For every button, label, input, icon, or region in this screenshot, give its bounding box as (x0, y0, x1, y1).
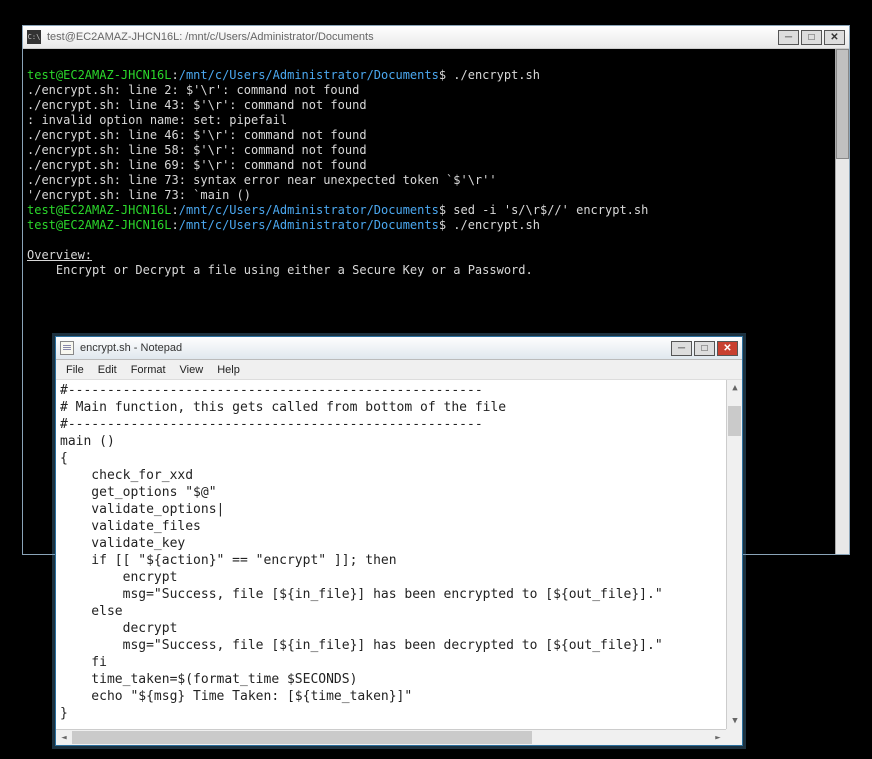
close-button[interactable]: ✕ (824, 30, 845, 45)
scroll-up-arrow-icon[interactable]: ▲ (727, 380, 743, 396)
output-line: ./encrypt.sh: line 58: $'\r': command no… (27, 143, 367, 157)
notepad-menubar: File Edit Format View Help (56, 360, 742, 380)
notepad-app-icon (60, 341, 74, 355)
prompt-user: test@EC2AMAZ-JHCN16L (27, 218, 172, 232)
prompt-dollar: $ (439, 203, 446, 217)
notepad-vertical-scrollbar[interactable]: ▲ ▼ (726, 380, 742, 729)
notepad-titlebar[interactable]: encrypt.sh - Notepad ─ □ ✕ (56, 337, 742, 360)
terminal-titlebar[interactable]: C:\ test@EC2AMAZ-JHCN16L: /mnt/c/Users/A… (23, 26, 849, 49)
close-button[interactable]: ✕ (717, 341, 738, 356)
prompt-path: /mnt/c/Users/Administrator/Documents (179, 218, 439, 232)
output-line: ./encrypt.sh: line 43: $'\r': command no… (27, 98, 367, 112)
terminal-title: test@EC2AMAZ-JHCN16L: /mnt/c/Users/Admin… (47, 31, 778, 43)
notepad-title: encrypt.sh - Notepad (80, 342, 671, 354)
scroll-right-arrow-icon[interactable]: ► (710, 730, 726, 746)
notepad-window-controls: ─ □ ✕ (671, 341, 738, 356)
scroll-down-arrow-icon[interactable]: ▼ (727, 713, 743, 729)
command-3: ./encrypt.sh (446, 218, 540, 232)
vertical-scroll-thumb[interactable] (728, 406, 741, 436)
prompt-path: /mnt/c/Users/Administrator/Documents (179, 68, 439, 82)
notepad-horizontal-scrollbar[interactable]: ◄ ► (56, 729, 726, 745)
prompt-colon: : (172, 203, 179, 217)
command-1: ./encrypt.sh (446, 68, 540, 82)
menu-file[interactable]: File (60, 362, 90, 378)
terminal-window-controls: ─ □ ✕ (778, 30, 845, 45)
minimize-button[interactable]: ─ (671, 341, 692, 356)
prompt-colon: : (172, 218, 179, 232)
scroll-left-arrow-icon[interactable]: ◄ (56, 730, 72, 746)
output-line: : invalid option name: set: pipefail (27, 113, 287, 127)
output-line: ./encrypt.sh: line 73: syntax error near… (27, 173, 497, 187)
maximize-button[interactable]: □ (694, 341, 715, 356)
prompt-user: test@EC2AMAZ-JHCN16L (27, 203, 172, 217)
terminal-scroll-thumb[interactable] (836, 49, 849, 159)
notepad-body: #---------------------------------------… (56, 380, 742, 745)
menu-help[interactable]: Help (211, 362, 246, 378)
minimize-button[interactable]: ─ (778, 30, 799, 45)
prompt-dollar: $ (439, 218, 446, 232)
command-2: sed -i 's/\r$//' encrypt.sh (446, 203, 648, 217)
output-line: ./encrypt.sh: line 2: $'\r': command not… (27, 83, 359, 97)
menu-format[interactable]: Format (125, 362, 172, 378)
output-line: '/encrypt.sh: line 73: `main () (27, 188, 251, 202)
maximize-button[interactable]: □ (801, 30, 822, 45)
notepad-window: encrypt.sh - Notepad ─ □ ✕ File Edit For… (55, 336, 743, 746)
prompt-colon: : (172, 68, 179, 82)
overview-text: Encrypt or Decrypt a file using either a… (27, 263, 533, 277)
prompt-user: test@EC2AMAZ-JHCN16L (27, 68, 172, 82)
terminal-app-icon: C:\ (27, 30, 41, 44)
menu-edit[interactable]: Edit (92, 362, 123, 378)
prompt-path: /mnt/c/Users/Administrator/Documents (179, 203, 439, 217)
terminal-scrollbar[interactable] (835, 49, 849, 554)
menu-view[interactable]: View (174, 362, 210, 378)
horizontal-scroll-thumb[interactable] (72, 731, 532, 744)
notepad-text-area[interactable]: #---------------------------------------… (56, 380, 726, 729)
scroll-corner (726, 729, 742, 745)
prompt-dollar: $ (439, 68, 446, 82)
output-line: ./encrypt.sh: line 69: $'\r': command no… (27, 158, 367, 172)
overview-heading: Overview: (27, 248, 92, 262)
output-line: ./encrypt.sh: line 46: $'\r': command no… (27, 128, 367, 142)
